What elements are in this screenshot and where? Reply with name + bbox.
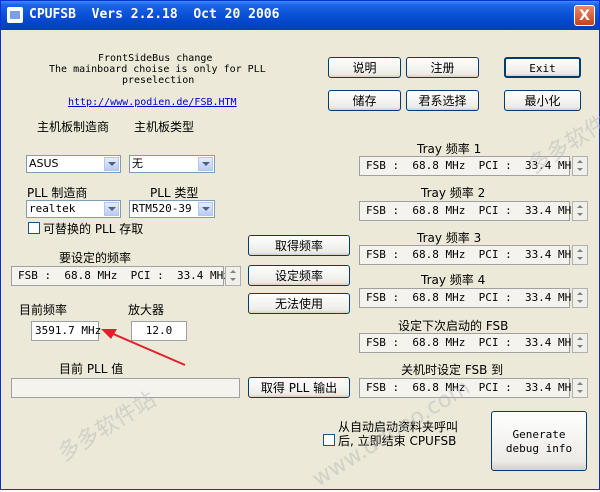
- spin-up-icon[interactable]: [573, 157, 587, 166]
- current-freq-label: 目前频率: [19, 303, 68, 317]
- spin-up-icon[interactable]: [226, 267, 240, 276]
- app-icon: [7, 7, 23, 23]
- current-pll-label: 目前 PLL 值: [59, 362, 124, 376]
- tray1-spinner[interactable]: [572, 156, 588, 176]
- mb-type-select[interactable]: 无: [129, 155, 215, 173]
- unusable-button[interactable]: 无法使用: [248, 293, 350, 314]
- spin-down-icon[interactable]: [573, 298, 587, 307]
- tray4-field[interactable]: FSB : 68.8 MHz PCI : 33.4 MHz: [359, 288, 578, 308]
- shutdown-fsb-field[interactable]: FSB : 68.8 MHz PCI : 33.4 MHz: [359, 378, 578, 398]
- tray1-label: Tray 频率 1: [417, 142, 482, 156]
- next-boot-spinner[interactable]: [572, 333, 588, 353]
- mb-type-label: 主机板类型: [134, 120, 195, 134]
- tray3-label: Tray 频率 3: [417, 231, 482, 245]
- close-button[interactable]: X: [574, 5, 595, 26]
- pll-maker-select[interactable]: realtek: [26, 200, 121, 218]
- autostart-exit-checkbox[interactable]: [323, 434, 335, 446]
- get-frequency-button[interactable]: 取得频率: [248, 235, 350, 256]
- multiplier-label: 放大器: [128, 303, 165, 317]
- spin-down-icon[interactable]: [573, 166, 587, 175]
- help-button[interactable]: 说明: [328, 57, 401, 78]
- pll-type-select[interactable]: RTM520-39: [129, 200, 215, 218]
- shutdown-fsb-spinner[interactable]: [572, 378, 588, 398]
- spin-down-icon[interactable]: [573, 255, 587, 264]
- language-button[interactable]: 君系选择: [406, 90, 479, 111]
- window-title: CPUFSB Vers 2.2.18 Oct 20 2006: [29, 7, 280, 22]
- spin-down-icon[interactable]: [226, 276, 240, 285]
- get-pll-output-button[interactable]: 取得 PLL 输出: [248, 377, 350, 398]
- replaceable-pll-checkbox[interactable]: [28, 222, 40, 234]
- current-freq-field: 3591.7 MHz: [31, 321, 101, 341]
- freq-to-set-field[interactable]: FSB : 68.8 MHz PCI : 33.4 MHz: [11, 266, 230, 286]
- chevron-down-icon[interactable]: [104, 157, 119, 171]
- mb-type-value: 无: [132, 157, 143, 170]
- spin-up-icon[interactable]: [573, 379, 587, 388]
- mb-maker-select[interactable]: ASUS: [26, 155, 121, 173]
- chevron-down-icon[interactable]: [198, 202, 213, 216]
- freq-to-set-label: 要设定的频率: [59, 251, 132, 265]
- spin-down-icon[interactable]: [573, 343, 587, 352]
- mb-maker-value: ASUS: [29, 157, 59, 170]
- chevron-down-icon[interactable]: [104, 202, 119, 216]
- tray3-field[interactable]: FSB : 68.8 MHz PCI : 33.4 MHz: [359, 245, 578, 265]
- intro-line-2: The mainboard choise is only for PLL: [49, 64, 266, 75]
- spin-down-icon[interactable]: [573, 211, 587, 220]
- intro-line-1: FrontSideBus change: [98, 53, 213, 64]
- register-button[interactable]: 注册: [406, 57, 479, 78]
- tray1-field[interactable]: FSB : 68.8 MHz PCI : 33.4 MHz: [359, 156, 578, 176]
- tray2-spinner[interactable]: [572, 201, 588, 221]
- main-window: CPUFSB Vers 2.2.18 Oct 20 2006 X FrontSi…: [0, 0, 600, 492]
- freq-to-set-spinner[interactable]: [225, 266, 241, 286]
- tray3-spinner[interactable]: [572, 245, 588, 265]
- spin-down-icon[interactable]: [573, 388, 587, 397]
- pll-type-value: RTM520-39: [132, 202, 192, 215]
- pll-maker-value: realtek: [29, 202, 76, 215]
- tray2-field[interactable]: FSB : 68.8 MHz PCI : 33.4 MHz: [359, 201, 578, 221]
- next-boot-field[interactable]: FSB : 68.8 MHz PCI : 33.4 MHz: [359, 333, 578, 353]
- next-boot-label: 设定下次启动的 FSB: [398, 319, 509, 333]
- spin-up-icon[interactable]: [573, 334, 587, 343]
- shutdown-fsb-label: 关机时设定 FSB 到: [401, 363, 504, 377]
- mb-maker-label: 主机板制造商: [37, 120, 110, 134]
- spin-up-icon[interactable]: [573, 246, 587, 255]
- generate-debug-info-button[interactable]: Generate debug info: [491, 411, 587, 471]
- tray4-label: Tray 频率 4: [421, 273, 486, 287]
- pll-type-label: PLL 类型: [150, 186, 199, 200]
- save-button[interactable]: 储存: [328, 90, 401, 111]
- tray2-label: Tray 频率 2: [421, 186, 486, 200]
- tray4-spinner[interactable]: [572, 288, 588, 308]
- current-pll-field: [11, 378, 240, 398]
- spin-up-icon[interactable]: [573, 202, 587, 211]
- pll-maker-label: PLL 制造商: [27, 186, 88, 200]
- title-bar[interactable]: CPUFSB Vers 2.2.18 Oct 20 2006 X: [1, 1, 599, 30]
- autostart-label-line2: 后, 立即结束 CPUFSB: [338, 434, 457, 448]
- set-frequency-button[interactable]: 设定频率: [248, 265, 350, 286]
- spin-up-icon[interactable]: [573, 289, 587, 298]
- replaceable-pll-label: 可替换的 PLL 存取: [43, 222, 144, 236]
- chevron-down-icon[interactable]: [198, 157, 213, 171]
- minimize-button[interactable]: 最小化: [504, 90, 581, 111]
- exit-button[interactable]: Exit: [504, 57, 581, 78]
- intro-line-3: preselection: [122, 75, 195, 86]
- homepage-link[interactable]: http://www.podien.de/FSB.HTM: [68, 97, 237, 108]
